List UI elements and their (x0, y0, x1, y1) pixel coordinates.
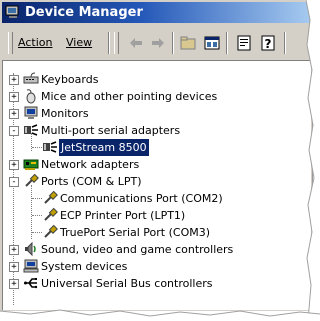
tree-connector (32, 232, 42, 233)
menu-view[interactable]: View (66, 36, 92, 49)
help-icon: ? (261, 35, 275, 51)
title-bar[interactable]: Device Manager (2, 2, 310, 23)
port-icon (25, 173, 39, 187)
toolbar-separator-2 (172, 32, 174, 54)
window-title: Device Manager (25, 5, 143, 20)
tree-connector (32, 215, 42, 216)
serial-adapter-icon (24, 124, 38, 136)
up-folder-icon (180, 36, 196, 50)
toolbar-separator-4 (284, 32, 286, 54)
tree-connector (32, 147, 42, 148)
tree-item-multiport[interactable]: - Multi-port serial adapters (3, 122, 303, 139)
tree-connector (32, 198, 42, 199)
tree-label-keyboards: Keyboards (41, 73, 99, 86)
back-button[interactable] (126, 33, 146, 53)
toolbar: Action View ? (2, 26, 310, 60)
help-button[interactable]: ? (258, 33, 278, 53)
tree-label-usb: Universal Serial Bus controllers (41, 277, 213, 290)
toolbar-grip-2[interactable] (114, 32, 119, 54)
tree-item-system[interactable]: + System devices (3, 258, 303, 275)
tree-item-monitors[interactable]: + Monitors (3, 105, 303, 122)
properties-button[interactable] (234, 33, 254, 53)
tree-label-com3: TruePort Serial Port (COM3) (60, 226, 211, 239)
expand-icon[interactable]: + (9, 92, 19, 102)
toolbar-grip[interactable] (8, 32, 13, 54)
tree-item-com3[interactable]: TruePort Serial Port (COM3) (3, 224, 303, 241)
tree-item-network[interactable]: + Network adapters (3, 156, 303, 173)
port-icon (44, 190, 58, 204)
device-manager-window: Device Manager Action View ? + Keyboards… (0, 0, 313, 311)
device-tree: + Keyboards + Mice and other pointing de… (2, 60, 311, 310)
expand-icon[interactable]: + (9, 75, 19, 85)
menu-action-label: Action (18, 36, 53, 49)
torn-bottom-decoration (0, 309, 320, 321)
tree-label-network: Network adapters (41, 158, 140, 171)
tree-item-sound[interactable]: + Sound, video and game controllers (3, 241, 303, 258)
tree-item-keyboards[interactable]: + Keyboards (3, 71, 303, 88)
toolbar-separator (108, 32, 110, 54)
forward-button[interactable] (148, 33, 168, 53)
tree-label-system: System devices (41, 260, 128, 273)
tree-label-lpt1: ECP Printer Port (LPT1) (60, 209, 186, 222)
usb-icon (24, 278, 38, 289)
serial-adapter-icon (43, 141, 57, 153)
up-folder-button[interactable] (178, 33, 198, 53)
speaker-icon (25, 241, 36, 257)
port-icon (44, 207, 58, 221)
port-icon (44, 224, 58, 238)
back-icon (130, 38, 142, 48)
tree-item-jetstream[interactable]: JetStream 8500 (3, 139, 303, 156)
collapse-icon[interactable]: - (9, 177, 19, 187)
tree-label-sound: Sound, video and game controllers (41, 243, 234, 256)
tree-label-mice: Mice and other pointing devices (41, 90, 218, 103)
computer-icon (23, 259, 39, 273)
expand-icon[interactable]: + (9, 109, 19, 119)
expand-icon[interactable]: + (9, 262, 19, 272)
tree-label-multiport: Multi-port serial adapters (41, 124, 181, 137)
torn-edge-decoration (306, 0, 320, 321)
view-button[interactable] (202, 33, 222, 53)
device-manager-icon (5, 5, 19, 18)
svg-text:?: ? (265, 37, 272, 51)
menu-action[interactable]: Action (18, 36, 52, 49)
keyboard-icon (23, 72, 39, 84)
monitor-icon (24, 106, 38, 119)
tree-item-usb[interactable]: + Universal Serial Bus controllers (3, 275, 303, 292)
expand-icon[interactable]: + (9, 279, 19, 289)
tree-label-jetstream: JetStream 8500 (59, 139, 149, 156)
expand-icon[interactable]: + (9, 160, 19, 170)
properties-icon (237, 35, 251, 51)
forward-icon (152, 38, 164, 48)
collapse-icon[interactable]: - (9, 126, 19, 136)
tree-label-com2: Communications Port (COM2) (60, 192, 223, 205)
tree-item-lpt1[interactable]: ECP Printer Port (LPT1) (3, 207, 303, 224)
expand-icon[interactable]: + (9, 245, 19, 255)
tree-label-ports: Ports (COM & LPT) (41, 175, 142, 188)
view-icon (204, 36, 220, 50)
mouse-icon (26, 89, 36, 104)
tree-item-mice[interactable]: + Mice and other pointing devices (3, 88, 303, 105)
toolbar-separator-3 (226, 32, 228, 54)
network-adapter-icon (23, 159, 39, 170)
tree-item-com2[interactable]: Communications Port (COM2) (3, 190, 303, 207)
tree-label-monitors: Monitors (41, 107, 89, 120)
tree-item-ports[interactable]: - Ports (COM & LPT) (3, 173, 303, 190)
menu-view-label: View (66, 36, 93, 49)
